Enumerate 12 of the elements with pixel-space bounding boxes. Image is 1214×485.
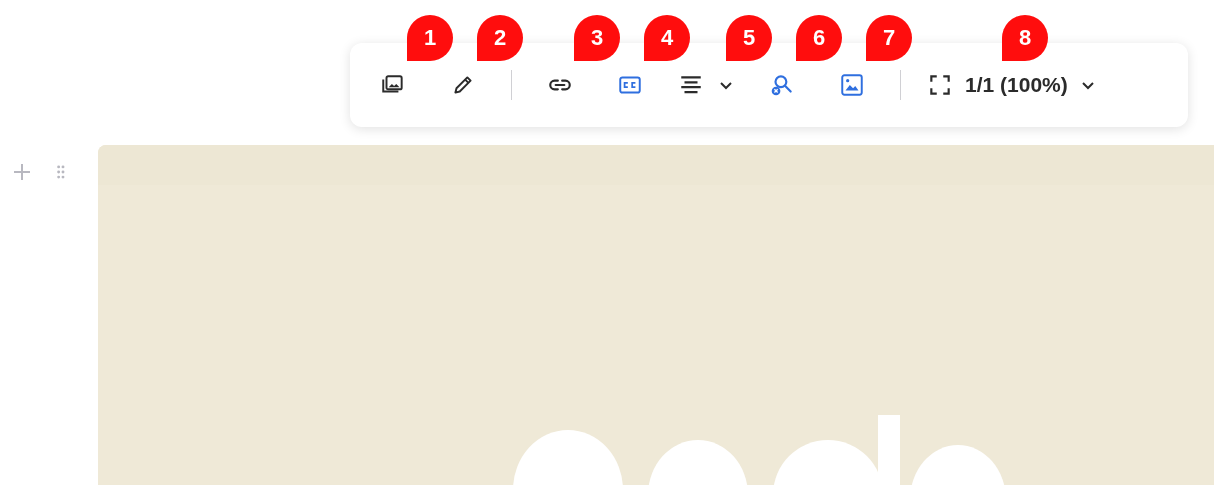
callout-marker: 6	[796, 15, 842, 61]
image-icon	[839, 72, 865, 98]
callout-marker: 4	[644, 15, 690, 61]
callout-marker: 5	[726, 15, 772, 61]
plus-icon[interactable]	[11, 161, 33, 183]
callout-marker: 1	[407, 15, 453, 61]
fullscreen-icon	[927, 72, 953, 98]
callout-marker: 7	[866, 15, 912, 61]
callout-marker: 3	[574, 15, 620, 61]
callout-marker: 2	[477, 15, 523, 61]
callout-marker: 8	[1002, 15, 1048, 61]
search-clear-icon	[769, 72, 795, 98]
